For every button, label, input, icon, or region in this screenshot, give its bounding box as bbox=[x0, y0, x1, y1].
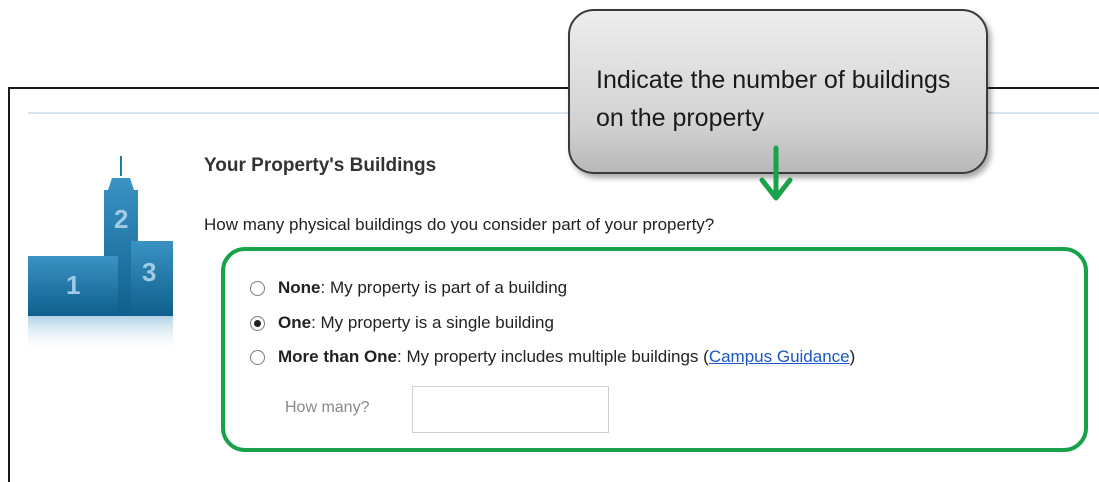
option-name: None bbox=[278, 278, 321, 297]
option-one[interactable]: One : My property is a single building bbox=[250, 313, 554, 333]
building-label-2: 2 bbox=[114, 204, 128, 234]
campus-guidance-link[interactable]: Campus Guidance bbox=[709, 347, 850, 367]
buildings-illustration: 2 3 1 bbox=[28, 156, 173, 354]
radio-more-than-one[interactable] bbox=[250, 349, 265, 365]
radio-none[interactable] bbox=[250, 280, 265, 296]
radio-one[interactable] bbox=[250, 315, 265, 331]
option-name: One bbox=[278, 313, 312, 332]
arrow-down-icon bbox=[759, 145, 793, 201]
option-none[interactable]: None : My property is part of a building bbox=[250, 278, 567, 298]
option-more-than-one[interactable]: More than One : My property includes mul… bbox=[250, 347, 855, 367]
section-question: How many physical buildings do you consi… bbox=[204, 215, 715, 234]
option-tail: ) bbox=[849, 347, 856, 366]
building-label-3: 3 bbox=[142, 257, 156, 287]
how-many-label: How many? bbox=[285, 399, 370, 416]
section-title: Your Property's Buildings bbox=[204, 155, 437, 176]
option-desc: : My property is part of a building bbox=[320, 278, 568, 297]
option-desc: : My property includes multiple building… bbox=[397, 347, 709, 366]
building-label-1: 1 bbox=[66, 270, 80, 300]
callout-text: Indicate the number of buildings on the … bbox=[596, 66, 951, 132]
how-many-input[interactable] bbox=[412, 386, 609, 433]
option-name: More than One bbox=[278, 347, 398, 366]
option-desc: : My property is a single building bbox=[311, 313, 554, 332]
